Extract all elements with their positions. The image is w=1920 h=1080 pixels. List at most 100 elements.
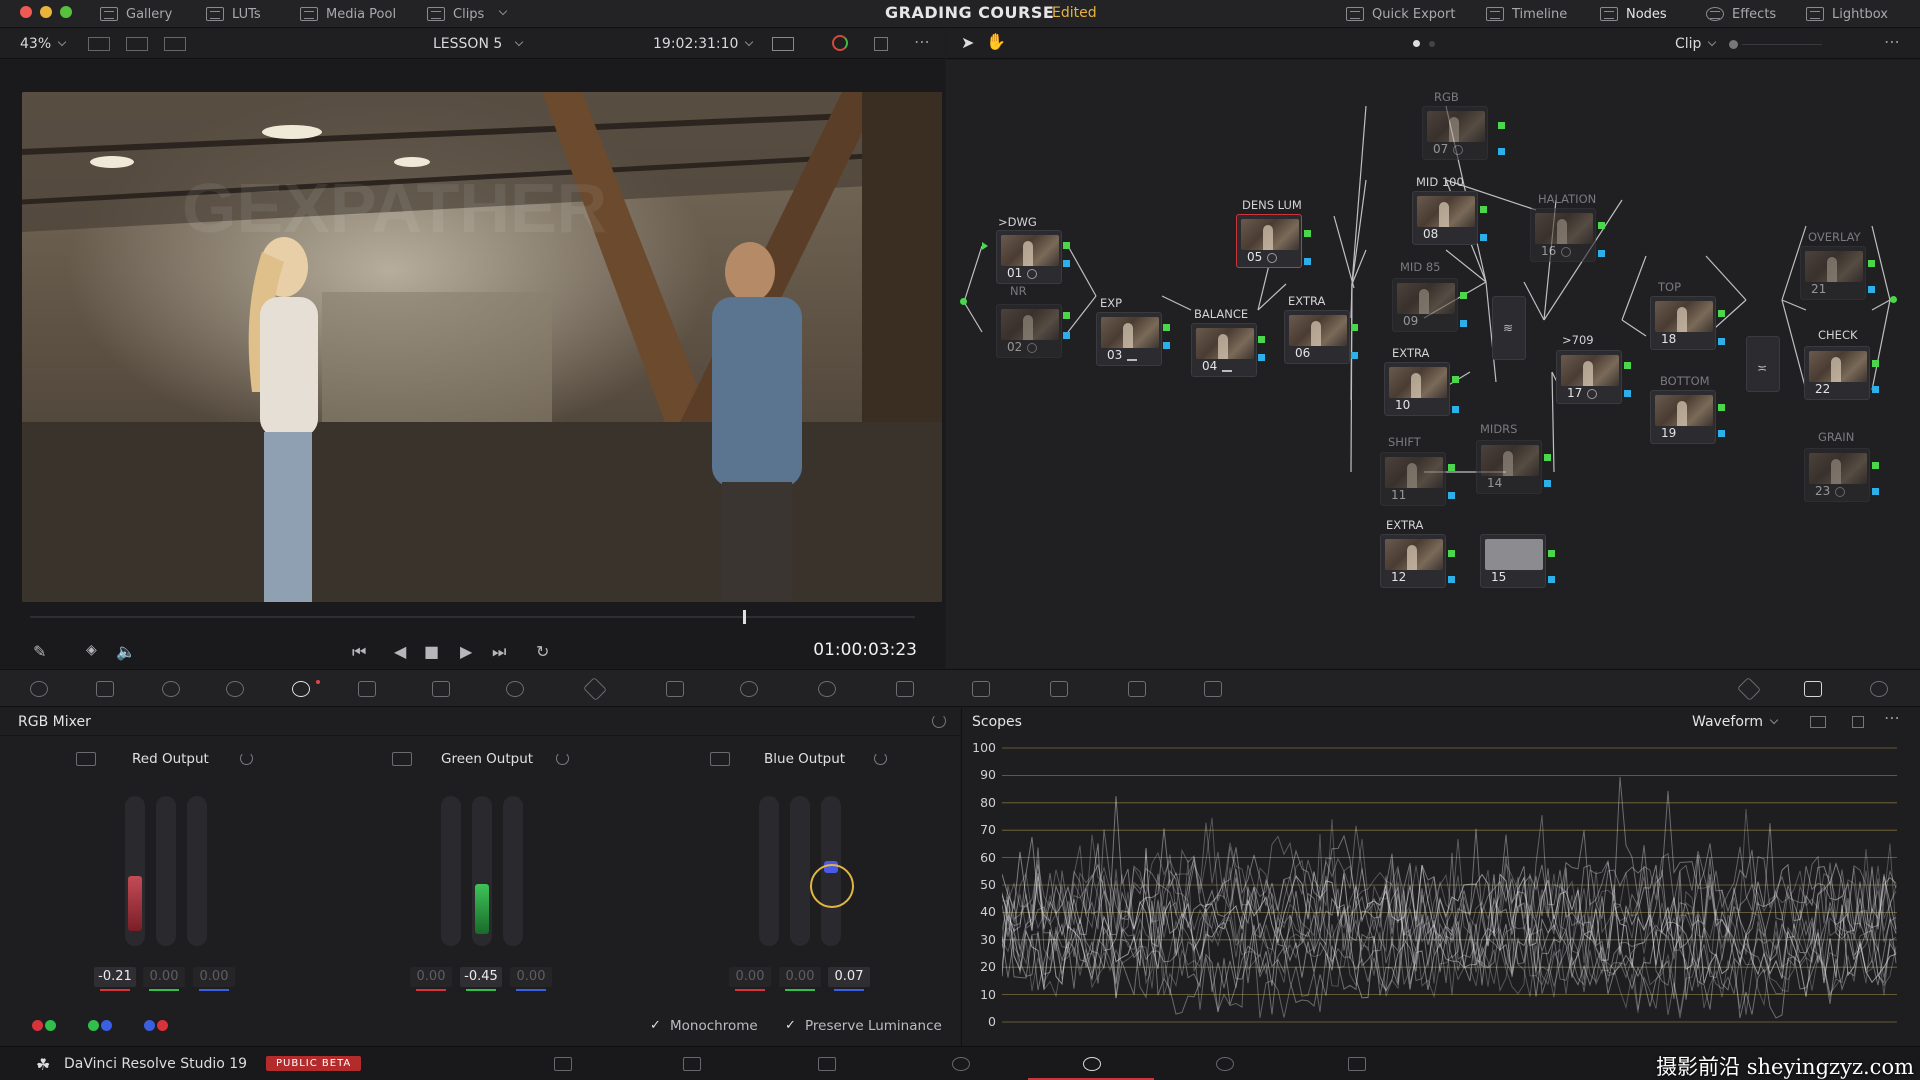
highlight-toggle-icon[interactable]: ◈ [86, 642, 97, 658]
node-key-output-port[interactable] [1872, 386, 1879, 393]
red-output-green-slider[interactable] [156, 796, 176, 946]
node-output-port[interactable] [1452, 376, 1459, 383]
node-03[interactable]: 03 [1096, 312, 1162, 366]
node-key-output-port[interactable] [1163, 342, 1170, 349]
blur-icon[interactable] [972, 681, 990, 697]
red-output-green-value[interactable]: 0.00 [143, 967, 185, 987]
split-viewer-icon[interactable] [126, 37, 148, 51]
channel-link-icon[interactable] [710, 752, 730, 766]
key-slider-handle[interactable] [1729, 40, 1738, 49]
node-output-port[interactable] [1624, 362, 1631, 369]
node-output-port[interactable] [1498, 122, 1505, 129]
video-frame[interactable]: GEXPATHER [22, 92, 942, 602]
node-08[interactable]: 08 [1412, 191, 1478, 245]
preserve-luminance-checkbox[interactable]: ✓ Preserve Luminance [785, 1018, 942, 1034]
node-key-output-port[interactable] [1351, 352, 1358, 359]
node-output-port[interactable] [1063, 312, 1070, 319]
more-options-icon[interactable]: ⋯ [914, 32, 930, 51]
timeline-dropdown[interactable]: LESSON 5 [433, 36, 524, 52]
node-key-output-port[interactable] [1498, 148, 1505, 155]
node-02[interactable]: 02 [996, 304, 1062, 358]
color-wheels-icon[interactable] [162, 681, 180, 697]
red-output-reset-icon[interactable] [240, 752, 253, 765]
node-key-output-port[interactable] [1872, 488, 1879, 495]
wipe-viewer-icon[interactable] [164, 37, 186, 51]
node-output-port[interactable] [1872, 360, 1879, 367]
node-key-output-port[interactable] [1063, 260, 1070, 267]
output-port[interactable] [1890, 296, 1897, 303]
tab-lightbox[interactable]: Lightbox [1806, 4, 1888, 24]
node-output-port[interactable] [1548, 550, 1555, 557]
blue-output-green-value[interactable]: 0.00 [779, 967, 821, 987]
node-input-port[interactable] [982, 242, 988, 250]
node-17[interactable]: 17 [1556, 350, 1622, 404]
node-output-port[interactable] [1063, 242, 1070, 249]
fusion-page-icon[interactable] [952, 1057, 970, 1071]
node-key-output-port[interactable] [1452, 406, 1459, 413]
more-options-icon[interactable]: ⋯ [1884, 708, 1900, 727]
window-minimize-button[interactable] [40, 6, 52, 18]
swap-red-green-button[interactable] [32, 1017, 56, 1033]
scopes-icon[interactable] [1804, 681, 1822, 697]
layer-mixer-node[interactable]: ≍ [1746, 336, 1780, 392]
node-14[interactable]: 14 [1476, 440, 1542, 494]
page-dot-icon[interactable] [1413, 40, 1420, 47]
tracker-icon[interactable] [818, 681, 836, 697]
node-key-output-port[interactable] [1624, 390, 1631, 397]
source-input-port[interactable] [960, 298, 967, 305]
node-22[interactable]: 22 [1804, 346, 1870, 400]
node-key-output-port[interactable] [1460, 320, 1467, 327]
node-key-output-port[interactable] [1718, 430, 1725, 437]
zoom-dropdown[interactable]: 43% [20, 36, 67, 52]
window-zoom-button[interactable] [60, 6, 72, 18]
go-to-start-button[interactable]: ⏮ [352, 642, 366, 662]
green-output-blue-value[interactable]: 0.00 [510, 967, 552, 987]
node-06[interactable]: 06 [1284, 310, 1350, 364]
node-key-output-port[interactable] [1448, 492, 1455, 499]
single-viewer-icon[interactable] [88, 37, 110, 51]
color-warper-icon[interactable] [506, 681, 524, 697]
node-key-output-port[interactable] [1258, 354, 1265, 361]
keyframes-icon[interactable] [1736, 676, 1762, 702]
fullscreen-icon[interactable] [874, 37, 888, 51]
node-output-port[interactable] [1163, 324, 1170, 331]
highlight-icon[interactable] [772, 37, 794, 51]
tab-clips[interactable]: Clips [427, 4, 508, 24]
fairlight-page-icon[interactable] [1216, 1057, 1234, 1071]
channel-link-icon[interactable] [76, 752, 96, 766]
node-output-port[interactable] [1872, 462, 1879, 469]
curves-icon[interactable] [432, 681, 450, 697]
motion-effects-icon[interactable] [358, 681, 376, 697]
node-key-output-port[interactable] [1548, 576, 1555, 583]
eyedropper-icon[interactable] [666, 681, 684, 697]
node-output-port[interactable] [1598, 222, 1605, 229]
node-16[interactable]: 16 [1530, 208, 1596, 262]
monochrome-checkbox[interactable]: ✓ Monochrome [650, 1018, 758, 1034]
node-09[interactable]: 09 [1392, 278, 1458, 332]
node-21[interactable]: 21 [1800, 246, 1866, 300]
node-15[interactable]: 15 [1480, 534, 1546, 588]
node-key-output-port[interactable] [1448, 576, 1455, 583]
pointer-icon[interactable]: ➤ [961, 33, 974, 52]
node-output-port[interactable] [1258, 336, 1265, 343]
source-timecode-dropdown[interactable]: 19:02:31:10 [653, 36, 754, 52]
tab-quick-export[interactable]: Quick Export [1346, 4, 1455, 24]
node-23[interactable]: 23 [1804, 448, 1870, 502]
hand-icon[interactable]: ✋ [986, 32, 1006, 51]
node-output-port[interactable] [1868, 260, 1875, 267]
tab-effects[interactable]: Effects [1706, 4, 1776, 24]
scope-settings-icon[interactable] [1810, 716, 1826, 728]
3d-icon[interactable] [1204, 681, 1222, 697]
node-key-output-port[interactable] [1304, 258, 1311, 265]
node-output-port[interactable] [1480, 206, 1487, 213]
media-page-icon[interactable] [554, 1057, 572, 1071]
key-slider-track[interactable] [1742, 44, 1822, 45]
magic-mask-icon[interactable] [896, 681, 914, 697]
color-match-icon[interactable] [96, 681, 114, 697]
node-output-port[interactable] [1718, 310, 1725, 317]
deliver-page-icon[interactable] [1348, 1057, 1366, 1071]
node-04[interactable]: 04 [1191, 323, 1257, 377]
swap-green-blue-button[interactable] [88, 1017, 112, 1033]
node-output-port[interactable] [1718, 404, 1725, 411]
node-output-port[interactable] [1448, 464, 1455, 471]
